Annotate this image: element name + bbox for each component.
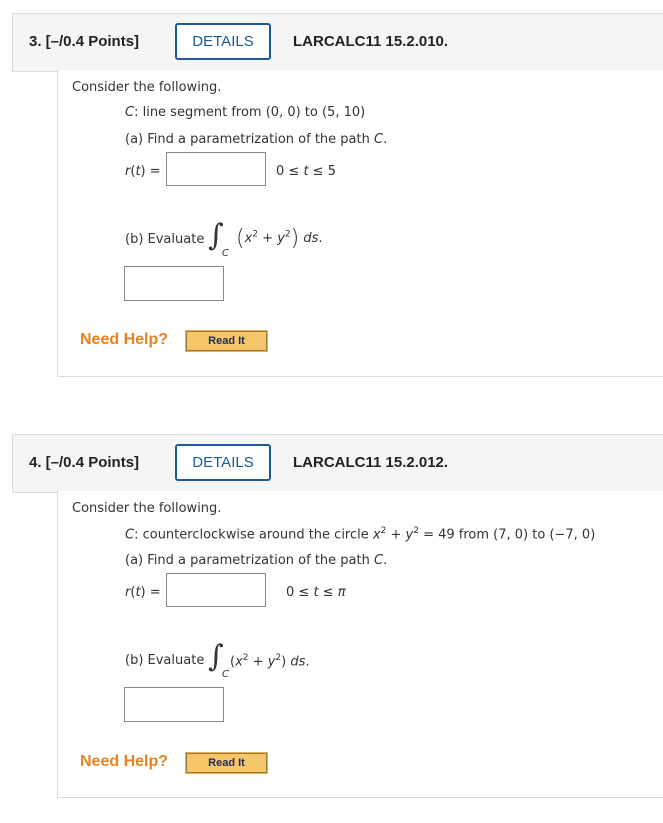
need-help-label: Need Help?	[80, 331, 169, 348]
integrand: (x2 + y2) ds.	[230, 653, 310, 670]
part-a-label: (a) Find a parametrization of the path C…	[125, 132, 388, 147]
question-header: 4. [–/0.4 Points] DETAILS LARCALC11 15.2…	[12, 434, 663, 493]
need-help-label: Need Help?	[80, 753, 169, 770]
details-button[interactable]: DETAILS	[175, 444, 271, 481]
evaluate-input[interactable]	[124, 687, 224, 722]
question-code: LARCALC11 15.2.010.	[293, 33, 449, 50]
curve-description: C: counterclockwise around the circle x2…	[125, 526, 596, 543]
question-body: Consider the following. C: line segment …	[57, 70, 663, 377]
question-body: Consider the following. C: counterclockw…	[57, 491, 663, 798]
intro-text: Consider the following.	[72, 501, 222, 516]
question-header: 3. [–/0.4 Points] DETAILS LARCALC11 15.2…	[12, 13, 663, 72]
evaluate-input[interactable]	[124, 266, 224, 301]
question-title: 4. [–/0.4 Points]	[29, 454, 140, 471]
r-label: r(t) =	[125, 164, 161, 179]
intro-text: Consider the following.	[72, 80, 222, 95]
question-title: 3. [–/0.4 Points]	[29, 33, 140, 50]
curve-description: C: line segment from (0, 0) to (5, 10)	[125, 105, 366, 120]
question-3: 3. [–/0.4 Points] DETAILS LARCALC11 15.2…	[0, 0, 663, 390]
parametrization-input[interactable]	[166, 152, 266, 186]
question-4: 4. [–/0.4 Points] DETAILS LARCALC11 15.2…	[0, 421, 663, 811]
part-b-label: (b) Evaluate	[125, 232, 205, 247]
integrand: (x2 + y2) ds.	[236, 226, 323, 251]
details-button[interactable]: DETAILS	[175, 23, 271, 60]
part-b-label: (b) Evaluate	[125, 653, 205, 668]
r-label: r(t) =	[125, 585, 161, 600]
integral-subscript: C	[222, 248, 229, 259]
t-range: 0 ≤ t ≤ 5	[276, 164, 336, 179]
integral-subscript: C	[222, 669, 229, 680]
read-it-button[interactable]: Read It	[185, 752, 268, 774]
question-code: LARCALC11 15.2.012.	[293, 454, 449, 471]
parametrization-input[interactable]	[166, 573, 266, 607]
read-it-button[interactable]: Read It	[185, 330, 268, 352]
part-a-label: (a) Find a parametrization of the path C…	[125, 553, 388, 568]
t-range: 0 ≤ t ≤ π	[286, 585, 346, 600]
